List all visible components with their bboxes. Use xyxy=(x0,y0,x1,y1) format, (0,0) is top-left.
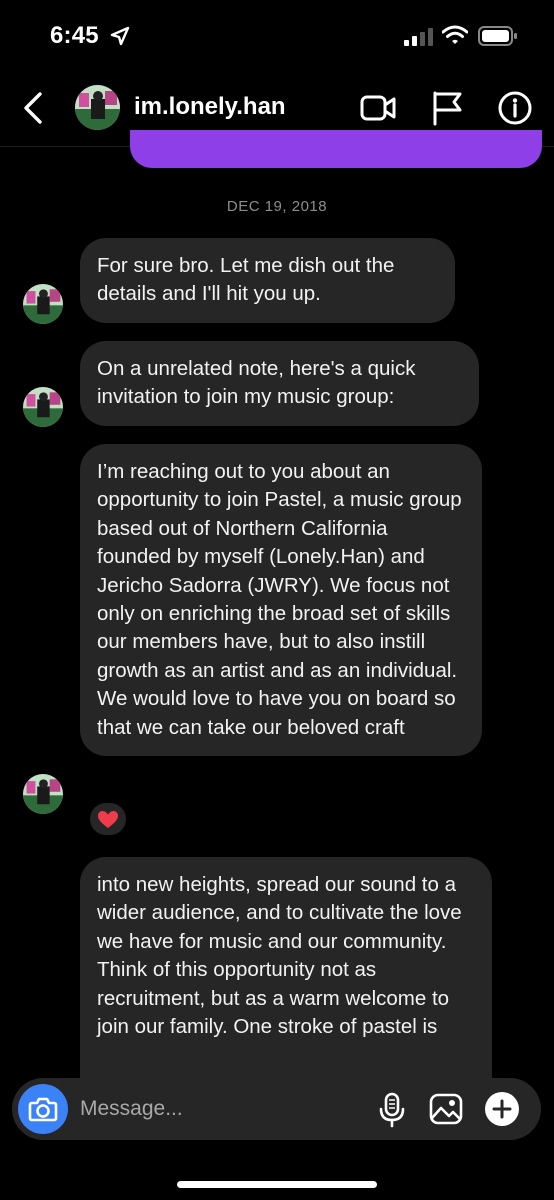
status-time: 6:45 xyxy=(50,22,99,49)
received-message[interactable]: On a unrelated note, here's a quick invi… xyxy=(80,341,479,426)
contact-username[interactable]: im.lonely.han xyxy=(134,93,286,121)
camera-icon xyxy=(28,1097,58,1122)
heart-icon xyxy=(98,811,118,828)
message-composer: Message... xyxy=(12,1078,541,1140)
received-message[interactable]: I’m reaching out to you about an opportu… xyxy=(80,444,482,757)
battery-icon xyxy=(478,26,517,46)
heart-reaction[interactable] xyxy=(87,800,129,838)
add-plus-icon[interactable] xyxy=(484,1091,520,1127)
sender-avatar xyxy=(23,387,63,427)
video-call-icon[interactable] xyxy=(359,90,397,126)
report-flag-icon[interactable] xyxy=(430,90,464,126)
date-separator: DEC 19, 2018 xyxy=(226,198,328,215)
info-icon[interactable] xyxy=(497,90,533,126)
sender-avatar xyxy=(23,774,63,814)
received-message[interactable]: For sure bro. Let me dish out the detail… xyxy=(80,238,455,323)
status-bar: 6:45 xyxy=(0,0,554,70)
gallery-icon[interactable] xyxy=(428,1092,464,1126)
home-indicator[interactable] xyxy=(177,1181,377,1188)
contact-avatar[interactable] xyxy=(75,85,120,130)
sent-message-bubble-partial xyxy=(130,130,542,168)
back-chevron-icon[interactable] xyxy=(18,90,48,126)
camera-button[interactable] xyxy=(18,1084,68,1134)
message-input[interactable]: Message... xyxy=(80,1097,183,1121)
cellular-signal-icon xyxy=(404,28,433,46)
sender-avatar xyxy=(23,284,63,324)
microphone-icon[interactable] xyxy=(378,1092,406,1128)
wifi-icon xyxy=(442,25,468,44)
location-arrow-icon xyxy=(110,26,130,46)
